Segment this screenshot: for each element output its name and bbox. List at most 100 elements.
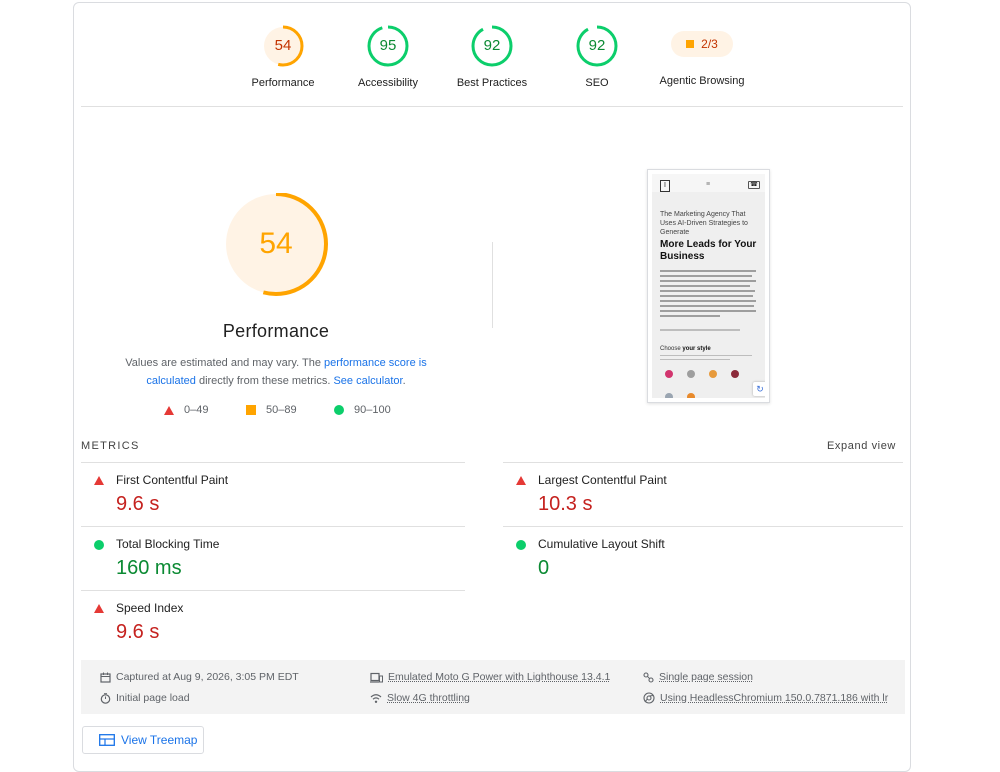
- good-circle-icon: [516, 540, 526, 550]
- gauge-seo[interactable]: 92 SEO: [542, 24, 652, 89]
- text-line: [660, 359, 730, 360]
- metric-name: Largest Contentful Paint: [538, 473, 667, 487]
- average-square-icon: [246, 405, 256, 415]
- metric-name: First Contentful Paint: [116, 473, 229, 487]
- metric-value: 10.3 s: [538, 493, 593, 515]
- view-treemap-button[interactable]: View Treemap: [82, 726, 204, 754]
- device-text: Emulated Moto G Power with Lighthouse 13…: [388, 671, 611, 683]
- calendar-icon: [100, 672, 111, 683]
- vertical-divider: [492, 242, 493, 328]
- performance-description: Values are estimated and may vary. The p…: [110, 354, 442, 390]
- gauge-ring: 95: [366, 24, 410, 68]
- gauge-accessibility[interactable]: 95 Accessibility: [333, 24, 443, 89]
- throttling-text: Slow 4G throttling: [387, 692, 470, 704]
- metric-first-contentful-paint: First Contentful Paint 9.6 s: [81, 462, 465, 525]
- good-circle-icon: [334, 405, 344, 415]
- menu-icon: ≡: [706, 181, 711, 188]
- metric-name: Cumulative Layout Shift: [538, 537, 665, 551]
- metric-name: Speed Index: [116, 601, 184, 615]
- gauge-ring: 54: [261, 24, 305, 68]
- treemap-icon: [99, 734, 115, 746]
- metrics-heading: METRICS: [81, 440, 140, 452]
- text-line: [660, 305, 754, 307]
- screenshot-choose: Choose your style: [660, 346, 711, 352]
- gauge-score: 92: [588, 37, 606, 54]
- devices-icon: [370, 672, 383, 683]
- style-ball-icon: [709, 370, 717, 378]
- single-page-session[interactable]: Single page session: [643, 671, 753, 683]
- gauge-ring: 92: [470, 24, 514, 68]
- desc-text: directly from these metrics.: [195, 375, 334, 387]
- divider: [81, 106, 903, 107]
- legend-label: 50–89: [266, 404, 297, 416]
- runtime-settings: [81, 660, 905, 714]
- screenshot-headline: More Leads for Your Business: [660, 239, 757, 262]
- metric-largest-contentful-paint: Largest Contentful Paint 10.3 s: [503, 462, 903, 525]
- text-line: [660, 329, 740, 331]
- network-throttling[interactable]: Slow 4G throttling: [370, 692, 470, 704]
- gauge-label: Best Practices: [456, 77, 528, 89]
- metric-value: 9.6 s: [116, 621, 160, 643]
- choose-text: Choose: [660, 346, 681, 352]
- text-line: [660, 300, 756, 302]
- metric-value: 9.6 s: [116, 493, 160, 515]
- gauge-best-practices[interactable]: 92 Best Practices: [437, 24, 547, 89]
- chrome-icon: [643, 692, 655, 704]
- poor-triangle-icon: [94, 604, 104, 613]
- browser-text: Using HeadlessChromium 150.0.7871.186 wi…: [660, 692, 889, 704]
- desc-text: Values are estimated and may vary. The: [125, 357, 324, 369]
- gauge-label: Performance: [251, 77, 315, 89]
- style-ball-icon: [665, 370, 673, 378]
- style-ball-icon: [687, 393, 695, 398]
- legend-label: 0–49: [184, 404, 209, 416]
- session-text: Single page session: [659, 671, 753, 683]
- gauge-label: Accessibility: [358, 77, 418, 89]
- text-line: [660, 275, 752, 277]
- performance-title: Performance: [222, 321, 330, 341]
- session-icon: [643, 671, 654, 683]
- average-square-icon: [686, 40, 695, 48]
- metric-name: Total Blocking Time: [116, 537, 220, 551]
- see-calculator-link[interactable]: See calculator: [333, 375, 402, 387]
- initial-text: Initial page load: [116, 692, 190, 704]
- screenshot-page: I ≡ ☎ The Marketing Agency That Uses AI-…: [652, 174, 765, 398]
- metric-total-blocking-time: Total Blocking Time 160 ms: [81, 526, 465, 589]
- gauge-score: 54: [274, 37, 292, 54]
- legend-label: 90–100: [354, 404, 391, 416]
- metric-value: 160 ms: [116, 557, 182, 579]
- text-line: [660, 355, 752, 356]
- gauge-ring: 92: [575, 24, 619, 68]
- text-line: [660, 285, 750, 287]
- gauge-score: 92: [483, 37, 501, 54]
- final-screenshot[interactable]: I ≡ ☎ The Marketing Agency That Uses AI-…: [647, 169, 770, 403]
- legend-poor: 0–49: [164, 404, 208, 416]
- captured-text: Captured at Aug 9, 2026, 3:05 PM EDT: [116, 671, 299, 683]
- style-ball-icon: [665, 393, 673, 398]
- style-ball-icon: [731, 370, 739, 378]
- browser-version[interactable]: Using HeadlessChromium 150.0.7871.186 wi…: [643, 692, 888, 704]
- gauge-label: Agentic Browsing: [659, 75, 745, 87]
- text-line: [660, 310, 756, 312]
- recaptcha-icon: ↻: [753, 382, 765, 396]
- poor-triangle-icon: [516, 476, 526, 485]
- good-circle-icon: [94, 540, 104, 550]
- gauge-performance[interactable]: 54 Performance: [228, 24, 338, 89]
- text-line: [660, 290, 755, 292]
- expand-view-toggle[interactable]: Expand view: [827, 440, 896, 452]
- agentic-value: 2/3: [701, 37, 718, 51]
- gauge-agentic-browsing[interactable]: 2/3 Agentic Browsing: [647, 24, 757, 87]
- text-line: [660, 280, 756, 282]
- legend-average: 50–89: [246, 404, 297, 416]
- treemap-label: View Treemap: [121, 733, 198, 747]
- metric-cumulative-layout-shift: Cumulative Layout Shift 0: [503, 526, 903, 589]
- site-logo-icon: I: [660, 180, 670, 192]
- gauge-label: SEO: [585, 77, 609, 89]
- text-line: [660, 295, 753, 297]
- metric-speed-index: Speed Index 9.6 s: [81, 590, 465, 653]
- timer-icon: [100, 692, 111, 704]
- emulated-device[interactable]: Emulated Moto G Power with Lighthouse 13…: [370, 671, 610, 683]
- poor-triangle-icon: [94, 476, 104, 485]
- gauge-score: 95: [379, 37, 397, 54]
- desc-text: .: [402, 375, 406, 387]
- wifi-icon: [370, 693, 382, 703]
